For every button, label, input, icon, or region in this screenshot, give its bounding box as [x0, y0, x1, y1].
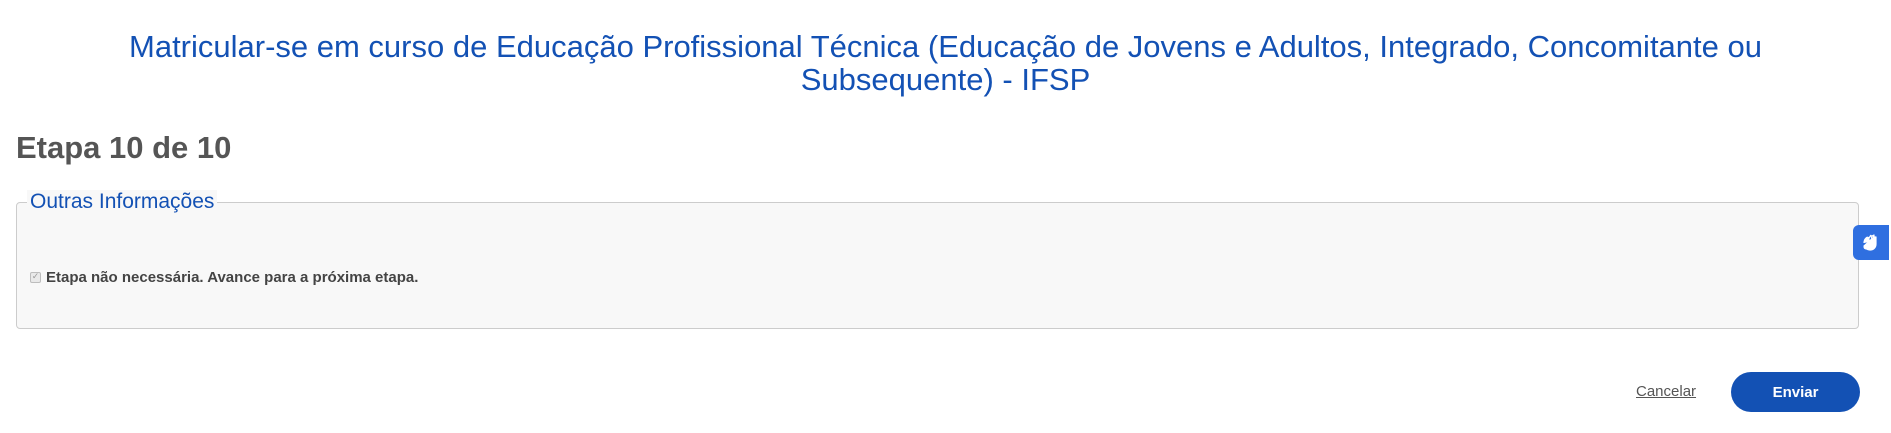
- skip-step-checkbox[interactable]: ✓: [30, 272, 41, 283]
- vlibras-accessibility-button[interactable]: [1853, 225, 1889, 260]
- fieldset-legend: Outras Informações: [27, 190, 218, 214]
- sign-language-icon: [1863, 233, 1877, 251]
- skip-step-label: Etapa não necessária. Avance para a próx…: [46, 269, 419, 286]
- other-info-fieldset: Outras Informações ✓ Etapa não necessári…: [16, 190, 1859, 329]
- step-title: Etapa 10 de 10: [16, 130, 232, 165]
- page-title: Matricular-se em curso de Educação Profi…: [129, 29, 1762, 97]
- cancel-link[interactable]: Cancelar: [1636, 383, 1696, 400]
- skip-step-option: ✓ Etapa não necessária. Avance para a pr…: [30, 269, 418, 286]
- send-button[interactable]: Enviar: [1731, 372, 1860, 412]
